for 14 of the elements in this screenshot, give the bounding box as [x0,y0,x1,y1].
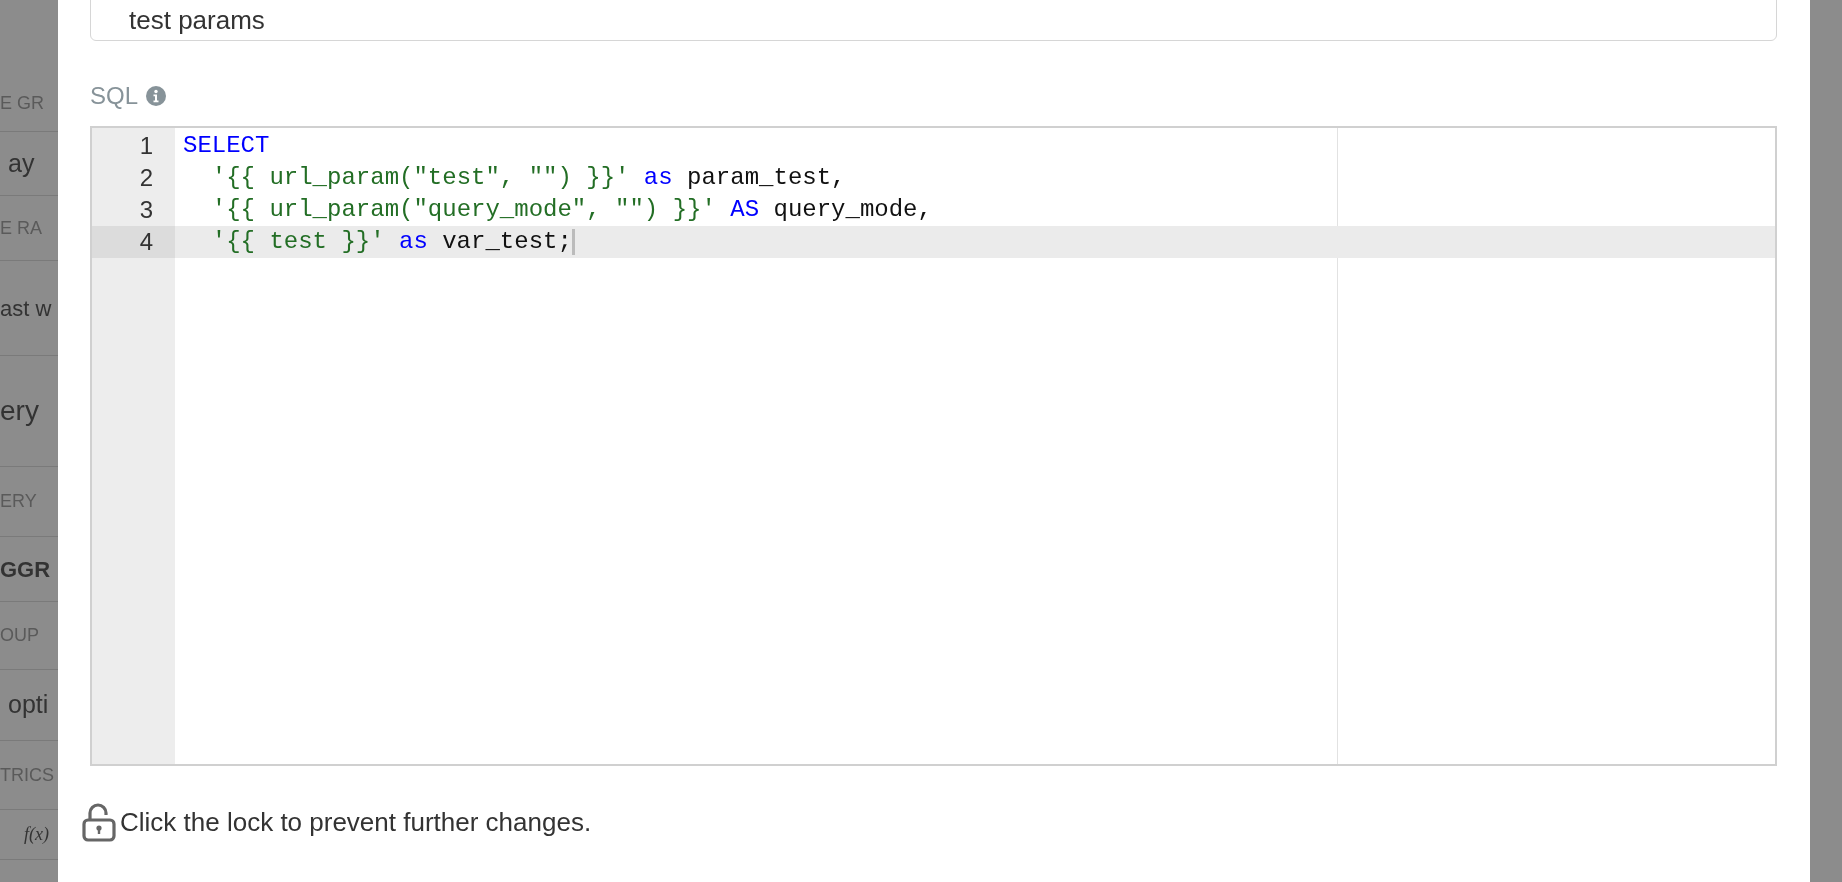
info-icon[interactable] [146,86,167,106]
line-number: 4 [92,226,175,258]
line-number: 2 [138,163,154,193]
input-field[interactable]: test params [90,0,1777,41]
code-line: '{{ url_param("query_mode", "") }}' AS query_mode, [210,195,932,225]
line-number: 3 [138,195,154,225]
line-number: 1 [138,131,154,161]
code-line: SELECT [182,131,270,161]
code-line: '{{ url_param("test", "") }}' as param_test, [210,163,846,193]
field-label: SQL [90,84,139,108]
code-line: '{{ test }}' as var_test; [175,224,575,260]
unlocked-padlock-icon[interactable] [82,802,116,842]
code-editor[interactable]: 1 SELECT 2 '{{ url_param("test", "") }}' as param_test, 3 '{{ url_param("query_mode", "") }}' AS query_mode, 4 '{{ test }}' as var_test; [90,126,1777,766]
lock-message: Click the lock to prevent further changes. [120,809,592,835]
